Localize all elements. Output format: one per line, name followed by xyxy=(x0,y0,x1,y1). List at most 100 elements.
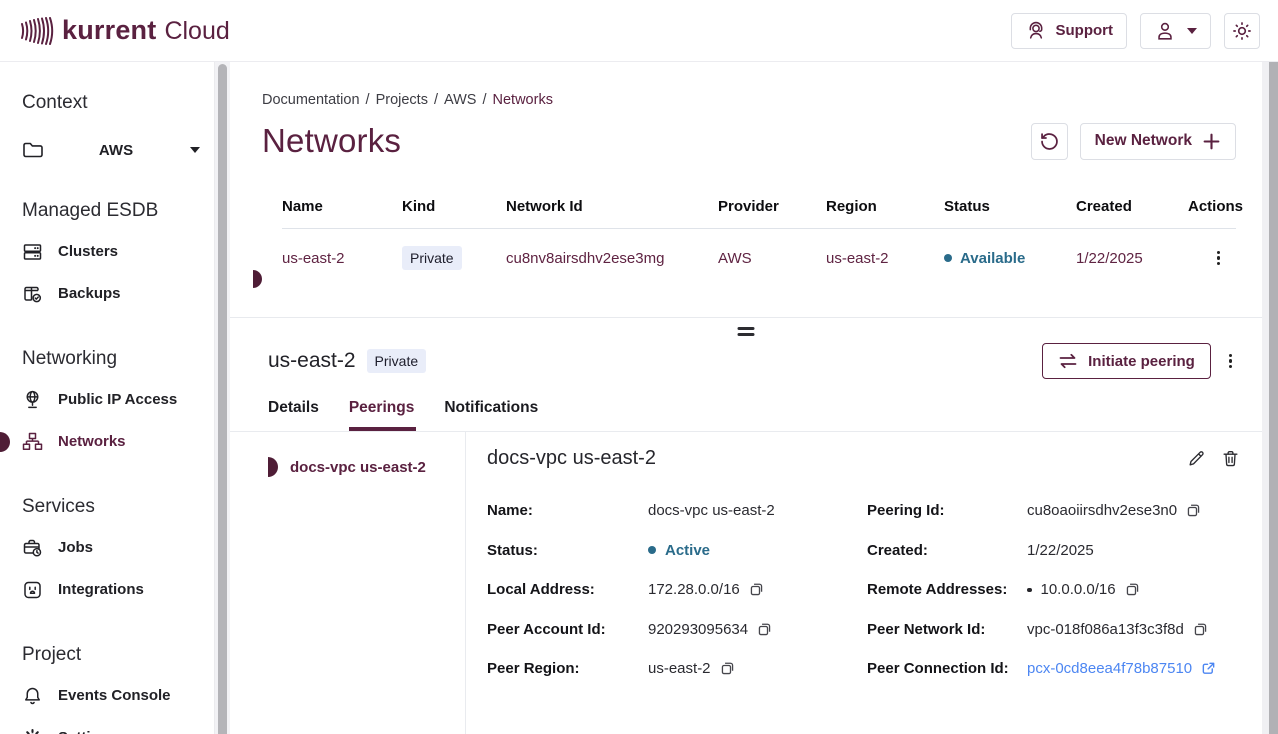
column-header: Region xyxy=(826,198,944,215)
theme-toggle-button[interactable] xyxy=(1224,13,1260,49)
swap-arrows-icon xyxy=(1058,353,1078,369)
sidebar-scrollbar-thumb[interactable] xyxy=(218,64,227,734)
sidebar-item-backups[interactable]: Backups xyxy=(22,281,214,306)
table-row[interactable]: us-east-2 Private cu8nv8airsdhv2ese3mg A… xyxy=(282,229,1236,287)
sidebar-item-label: Public IP Access xyxy=(58,391,177,408)
field-label: Created: xyxy=(867,531,1027,571)
external-link-icon[interactable] xyxy=(1201,661,1216,676)
peering-list-item[interactable]: docs-vpc us-east-2 xyxy=(230,454,465,480)
copy-icon[interactable] xyxy=(720,661,735,676)
chevron-down-icon xyxy=(190,147,200,153)
tab-notifications[interactable]: Notifications xyxy=(444,399,538,431)
field-value-peer-region: us-east-2 xyxy=(648,660,711,677)
sidebar: Context AWS Managed ESDB C xyxy=(0,62,230,734)
sidebar-item-label: Settings xyxy=(58,729,117,734)
sidebar-item-integrations[interactable]: Integrations xyxy=(22,577,214,602)
gear-icon xyxy=(22,727,43,734)
delete-trash-icon[interactable] xyxy=(1221,449,1240,468)
kurrent-waves-icon xyxy=(20,16,54,46)
brand-suffix: Cloud xyxy=(164,17,229,46)
chevron-down-icon xyxy=(1187,28,1197,34)
cell-created: 1/22/2025 xyxy=(1076,250,1188,267)
sidebar-item-jobs[interactable]: Jobs xyxy=(22,535,214,560)
support-button[interactable]: Support xyxy=(1011,13,1128,49)
copy-icon[interactable] xyxy=(1125,582,1140,597)
detail-title: us-east-2 xyxy=(268,349,356,373)
copy-icon[interactable] xyxy=(1193,622,1208,637)
field-label: Status: xyxy=(487,531,648,571)
user-icon xyxy=(1154,20,1176,42)
field-label: Local Address: xyxy=(487,570,648,610)
user-menu-button[interactable] xyxy=(1140,13,1211,49)
sidebar-scrollbar[interactable] xyxy=(214,62,230,734)
sidebar-item-events-console[interactable]: Events Console xyxy=(22,683,214,708)
refresh-button[interactable] xyxy=(1031,123,1068,160)
field-value-peer-network-id: vpc-018f086a13f3c3f8d xyxy=(1027,621,1184,638)
outlet-icon xyxy=(22,580,43,600)
copy-icon[interactable] xyxy=(1186,503,1201,518)
tab-details[interactable]: Details xyxy=(268,399,319,431)
copy-icon[interactable] xyxy=(749,582,764,597)
globe-icon xyxy=(22,389,43,410)
detail-kind-badge: Private xyxy=(367,349,427,373)
sidebar-section-managed-esdb: Managed ESDB xyxy=(22,200,214,222)
row-actions-kebab-icon[interactable] xyxy=(1213,247,1224,270)
tab-peerings[interactable]: Peerings xyxy=(349,399,414,431)
sidebar-section-project: Project xyxy=(22,644,214,666)
breadcrumb-item[interactable]: Projects xyxy=(376,92,428,108)
sidebar-item-networks[interactable]: Networks xyxy=(22,429,214,454)
sidebar-item-label: Networks xyxy=(58,433,126,450)
field-label: Remote Addresses: xyxy=(867,570,1027,610)
column-header: Network Id xyxy=(506,198,718,215)
context-selector[interactable]: AWS xyxy=(22,140,214,160)
sidebar-item-label: Events Console xyxy=(58,687,171,704)
field-label: Name: xyxy=(487,491,648,531)
bullet-icon xyxy=(1027,588,1032,593)
peerings-list: docs-vpc us-east-2 xyxy=(230,432,466,734)
breadcrumb-item[interactable]: AWS xyxy=(444,92,477,108)
sidebar-item-settings[interactable]: Settings xyxy=(22,725,214,734)
brand-logo: kurrent Cloud xyxy=(20,15,230,46)
peer-connection-link[interactable]: pcx-0cd8eea4f78b87510 xyxy=(1027,660,1192,677)
breadcrumb-current: Networks xyxy=(493,92,553,108)
peering-heading: docs-vpc us-east-2 xyxy=(487,447,656,470)
split-drag-handle-icon[interactable] xyxy=(734,325,759,338)
breadcrumb: Documentation/Projects/AWS/Networks xyxy=(262,92,1236,108)
backups-icon xyxy=(22,284,43,304)
active-item-marker xyxy=(0,432,10,452)
top-bar: kurrent Cloud Support xyxy=(0,0,1278,62)
copy-icon[interactable] xyxy=(757,622,772,637)
field-label: Peering Id: xyxy=(867,491,1027,531)
briefcase-clock-icon xyxy=(22,538,43,558)
detail-actions-kebab-icon[interactable] xyxy=(1225,350,1236,373)
status-label: Available xyxy=(960,250,1025,267)
sidebar-item-clusters[interactable]: Clusters xyxy=(22,239,214,264)
sidebar-item-label: Integrations xyxy=(58,581,144,598)
status-dot xyxy=(944,254,952,262)
bell-icon xyxy=(22,685,43,706)
new-network-button[interactable]: New Network xyxy=(1080,123,1236,160)
context-value: AWS xyxy=(44,142,188,159)
cell-status: Available xyxy=(944,250,1076,267)
table-header-row: Name Kind Network Id Provider Region Sta… xyxy=(282,186,1236,226)
initiate-peering-button[interactable]: Initiate peering xyxy=(1042,343,1211,379)
kind-badge: Private xyxy=(402,246,462,270)
edit-pencil-icon[interactable] xyxy=(1187,449,1206,468)
field-value-created: 1/22/2025 xyxy=(1027,542,1094,559)
page-scrollbar[interactable] xyxy=(1262,62,1278,734)
field-label: Peer Network Id: xyxy=(867,610,1027,650)
peering-name: docs-vpc us-east-2 xyxy=(290,459,426,476)
field-value-peer-account-id: 920293095634 xyxy=(648,621,748,638)
sidebar-item-public-ip-access[interactable]: Public IP Access xyxy=(22,387,214,412)
active-item-marker xyxy=(268,457,278,477)
new-network-label: New Network xyxy=(1095,132,1192,150)
pane-divider xyxy=(230,317,1262,341)
column-header: Name xyxy=(282,198,402,215)
folder-icon xyxy=(22,140,44,160)
page-scrollbar-thumb[interactable] xyxy=(1269,62,1278,734)
breadcrumb-item[interactable]: Documentation xyxy=(262,92,360,108)
cell-region: us-east-2 xyxy=(826,250,944,267)
sidebar-section-networking: Networking xyxy=(22,348,214,370)
networks-icon xyxy=(22,432,43,452)
sidebar-section-context: Context xyxy=(22,92,214,114)
